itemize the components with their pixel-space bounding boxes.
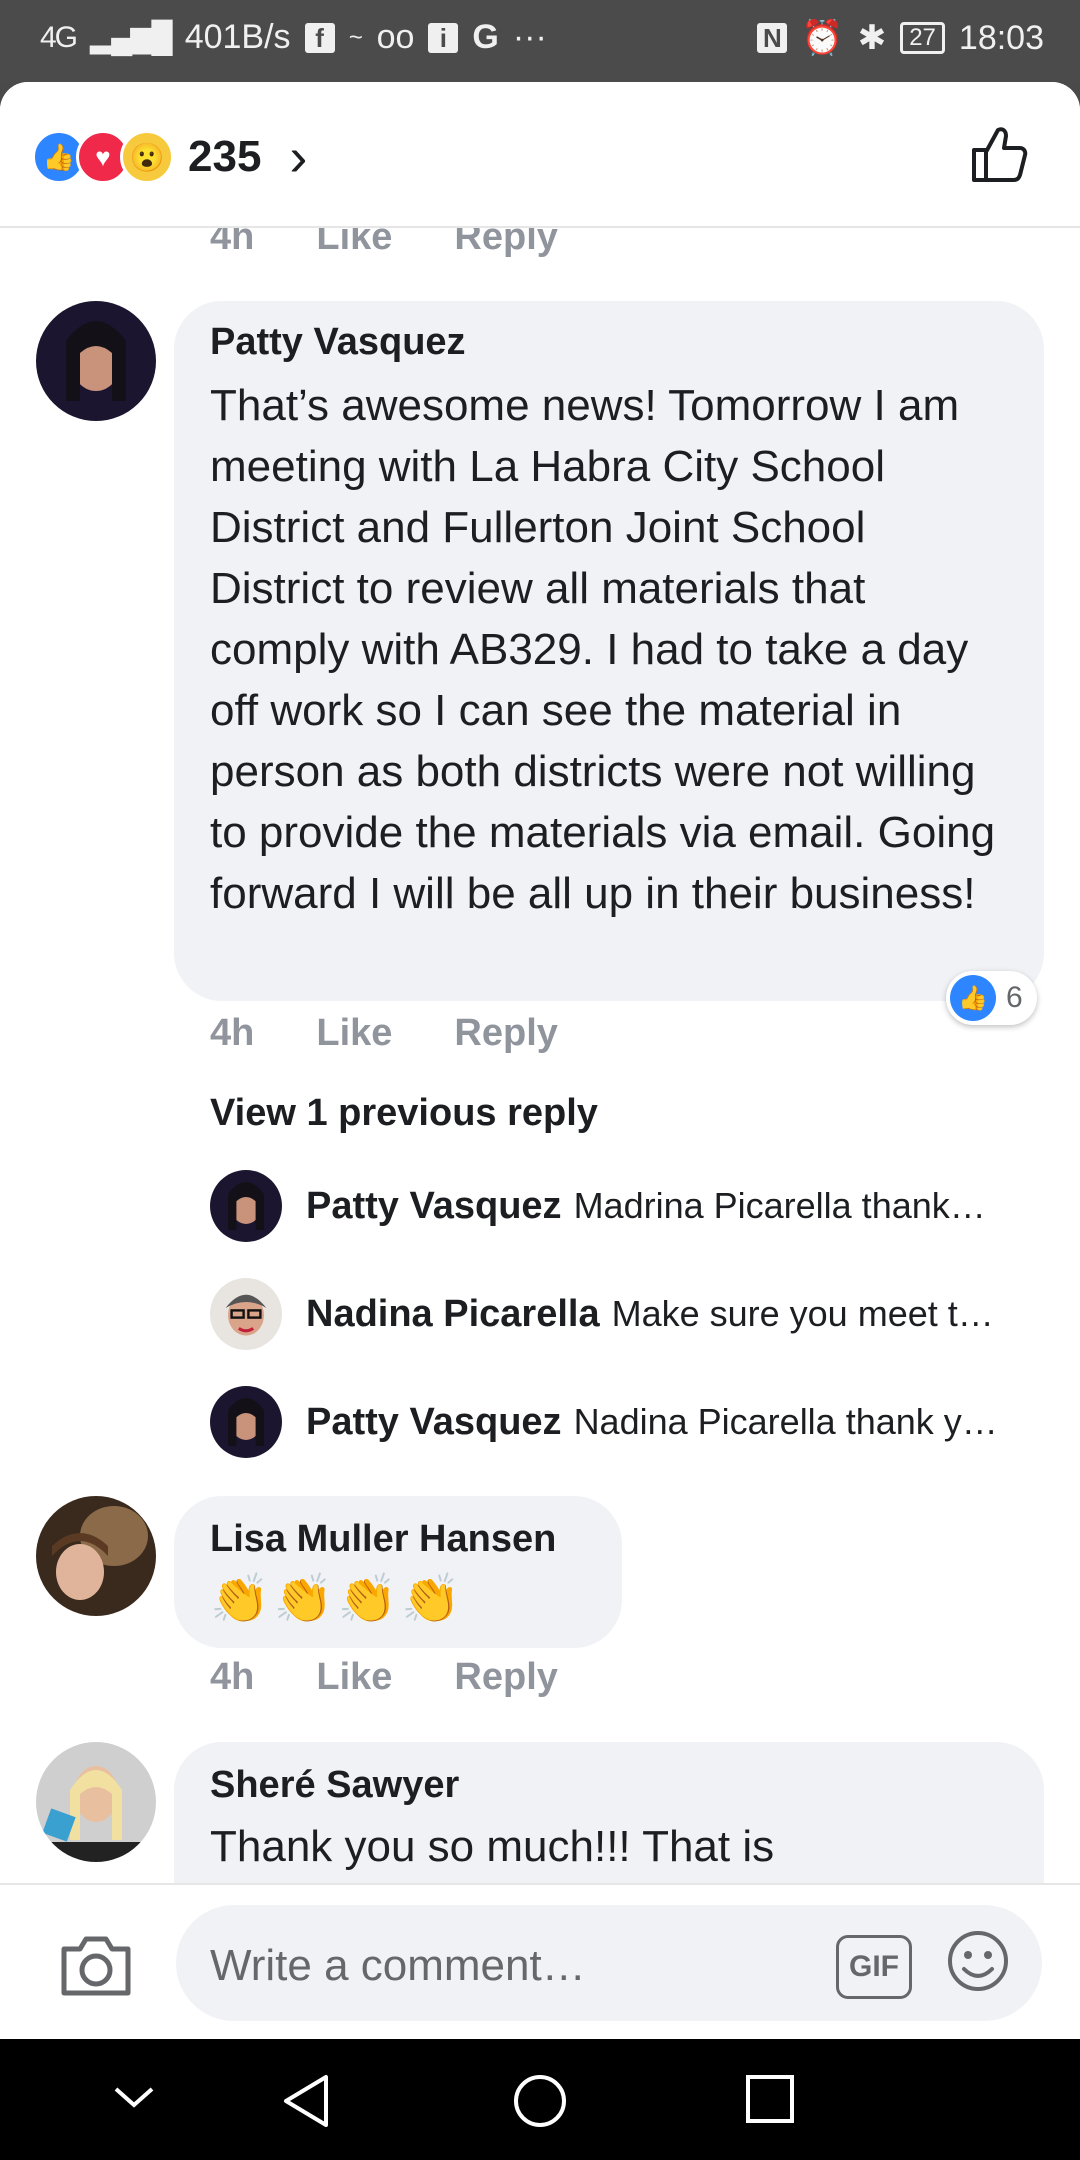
avatar[interactable] (36, 1742, 156, 1862)
avatar-image (210, 1278, 282, 1350)
reply-button[interactable]: Reply (454, 1012, 557, 1055)
reply-text: Make sure you meet t… (611, 1293, 994, 1334)
wow-icon: 😮 (120, 130, 174, 184)
comment-actions: 4h Like Reply (210, 1012, 558, 1055)
reply-item[interactable]: Patty Vasquez Nadina Picarella thank y… (210, 1386, 1040, 1458)
status-bar: 4G ▂▄▆█ 401B/s f ~ oo i G ··· N ⏰ ✱ 27 1… (0, 0, 1080, 82)
battery-level: 27 (909, 24, 936, 51)
network-indicator: 4G (40, 20, 78, 54)
chevron-down-icon[interactable] (112, 2083, 156, 2111)
battery-icon: 27 (900, 22, 945, 54)
handwriting-icon: ~ (348, 23, 363, 51)
like-icon: 👍 (950, 975, 996, 1021)
gif-button[interactable]: GIF (836, 1935, 912, 1999)
comment-author[interactable]: Lisa Muller Hansen (210, 1518, 556, 1561)
clock: 18:03 (958, 18, 1044, 57)
comment-time: 4h (210, 1012, 255, 1054)
google-icon: G (472, 18, 499, 56)
reactions-summary[interactable]: 👍 ♥ 😮 235 › (32, 126, 307, 188)
like-button[interactable]: Like (316, 1656, 392, 1699)
comment-like-badge[interactable]: 👍 6 (946, 971, 1037, 1025)
back-icon[interactable] (282, 2073, 332, 2129)
view-previous-replies[interactable]: View 1 previous reply (210, 1092, 598, 1135)
camera-icon[interactable] (58, 1933, 134, 1999)
reactions-header: 👍 ♥ 😮 235 › (0, 82, 1080, 228)
alarm-icon: ⏰ (801, 19, 844, 57)
comment-time: 4h (210, 1656, 255, 1698)
home-icon[interactable] (512, 2073, 568, 2129)
reply-author[interactable]: Nadina Picarella (306, 1293, 600, 1336)
comment-composer: Write a comment… GIF (0, 1883, 1080, 2041)
reply-author[interactable]: Patty Vasquez (306, 1185, 562, 1228)
comment-author[interactable]: Patty Vasquez (210, 321, 466, 364)
like-button[interactable]: Like (316, 1012, 392, 1055)
info-icon: i (428, 22, 459, 53)
comments-sheet: 👍 ♥ 😮 235 › 4h Like Reply Patty Vasquez (0, 82, 1080, 2039)
comment-bubble[interactable]: Patty Vasquez That’s awesome news! Tomor… (174, 301, 1044, 1001)
avatar[interactable] (210, 1170, 282, 1242)
avatar[interactable] (36, 301, 156, 421)
avatar[interactable] (36, 1496, 156, 1616)
network-speed: 401B/s (184, 18, 291, 56)
emoji-icon[interactable] (946, 1929, 1010, 1993)
comment-actions: 4h Like Reply (210, 1656, 558, 1699)
avatar-image (36, 1496, 156, 1616)
avatar-image (36, 1742, 156, 1862)
voicemail-icon: oo (376, 18, 415, 56)
comment-bubble[interactable]: Lisa Muller Hansen 👏👏👏👏 (174, 1496, 622, 1648)
comment-input[interactable]: Write a comment… GIF (176, 1905, 1042, 2021)
avatar-image (210, 1170, 282, 1242)
more-notifications-icon: ··· (512, 18, 547, 56)
facebook-icon: f (304, 22, 335, 53)
signal-icon: ▂▄▆█ (90, 21, 173, 54)
comment-actions: 4h Like Reply (210, 226, 558, 259)
comment-author[interactable]: Sheré Sawyer (210, 1764, 459, 1807)
comments-list: 4h Like Reply Patty Vasquez That’s aweso… (0, 226, 1080, 1965)
reaction-count: 235 (188, 132, 262, 181)
avatar[interactable] (210, 1278, 282, 1350)
bluetooth-icon: ✱ (857, 19, 887, 57)
nfc-icon: N (757, 23, 788, 53)
status-right: N ⏰ ✱ 27 18:03 (757, 18, 1044, 58)
comment-time: 4h (210, 226, 255, 258)
reply-text: Nadina Picarella thank y… (573, 1401, 998, 1442)
status-left: 4G ▂▄▆█ 401B/s f ~ oo i G ··· (40, 18, 547, 57)
avatar[interactable] (210, 1386, 282, 1458)
system-navigation-bar (0, 2039, 1080, 2160)
like-count: 6 (1006, 981, 1023, 1014)
comment-placeholder: Write a comment… (210, 1941, 586, 1990)
avatar-image (210, 1386, 282, 1458)
comment-text: Thank you so much!!! That is (210, 1822, 775, 1871)
reply-item[interactable]: Nadina Picarella Make sure you meet t… (210, 1278, 1040, 1350)
reply-text: Madrina Picarella thank… (573, 1185, 986, 1226)
reply-button[interactable]: Reply (454, 1656, 557, 1699)
reply-button[interactable]: Reply (454, 226, 557, 259)
avatar-image (36, 301, 156, 421)
thumbs-up-icon[interactable] (968, 122, 1032, 186)
recents-icon[interactable] (744, 2073, 796, 2125)
reply-author[interactable]: Patty Vasquez (306, 1401, 562, 1444)
reply-item[interactable]: Patty Vasquez Madrina Picarella thank… (210, 1170, 1040, 1242)
clapping-hands-emoji: 👏👏👏👏 (210, 1573, 466, 1626)
comment-text: That’s awesome news! Tomorrow I am meeti… (210, 381, 996, 918)
chevron-right-icon: › (289, 127, 308, 187)
like-button[interactable]: Like (316, 226, 392, 259)
